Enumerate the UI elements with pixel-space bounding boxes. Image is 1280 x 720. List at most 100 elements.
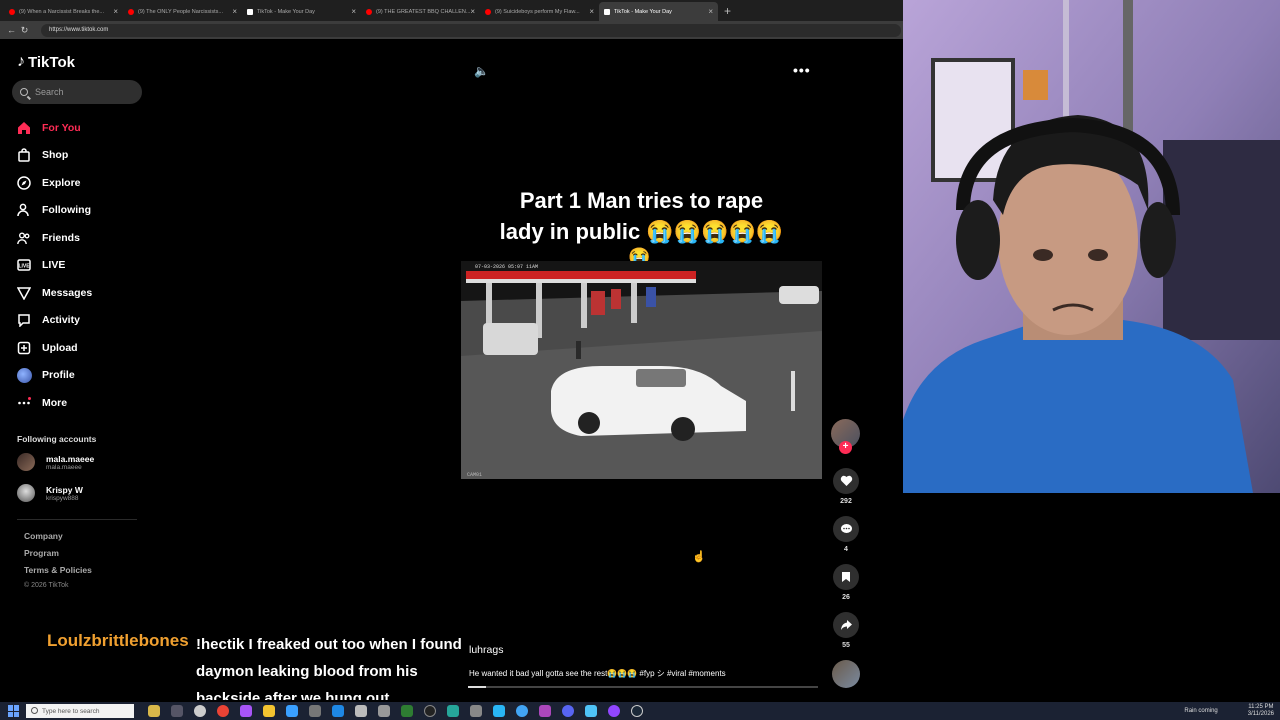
hand-cursor-icon: ☝	[692, 551, 706, 563]
clock[interactable]: 11:25 PM 3/11/2026	[1248, 704, 1274, 718]
share-button[interactable]: 55	[831, 612, 861, 649]
browser-tab[interactable]: TikTok - Make Your Day ×	[242, 2, 361, 21]
sidebar-item-messages[interactable]: Messages	[16, 279, 92, 307]
taskbar-app-icon[interactable]	[584, 705, 597, 717]
like-button[interactable]: 292	[831, 468, 861, 505]
browser-tab[interactable]: (9) THE GREATEST BBQ CHALLEN... ×	[361, 2, 480, 21]
youtube-icon	[9, 8, 15, 15]
taskbar-app-icon[interactable]	[354, 705, 367, 717]
system-tray: Rain coming 11:25 PM 3/11/2026	[1184, 702, 1274, 720]
action-rail: + 292 4 26 55	[831, 419, 861, 688]
tiktok-note-icon: ♪	[17, 53, 25, 70]
close-icon[interactable]: ×	[232, 7, 237, 16]
taskbar-app-icon[interactable]	[492, 705, 505, 717]
volume-icon[interactable]: 🔈	[474, 64, 489, 78]
browser-tab[interactable]: (9) The ONLY People Narcissists... ×	[123, 2, 242, 21]
search-input[interactable]: Search	[12, 80, 142, 104]
chat-username: Loulzbrittlebones	[47, 631, 189, 650]
file-explorer-icon[interactable]	[262, 705, 275, 717]
taskbar-app-icon[interactable]	[147, 705, 160, 717]
messages-icon	[16, 285, 32, 301]
taskbar-app-icon[interactable]	[515, 705, 528, 717]
terms-link[interactable]: Terms & Policies	[24, 565, 92, 582]
url-field[interactable]: https://www.tiktok.com	[41, 23, 901, 37]
comment-button[interactable]: 4	[831, 516, 861, 553]
close-icon[interactable]: ×	[708, 7, 713, 16]
taskbar-app-icon[interactable]	[469, 705, 482, 717]
windows-taskbar: Type here to search Rain coming 11:25 PM…	[0, 702, 1280, 720]
sidebar-item-live[interactable]: LIVE LIVE	[16, 252, 92, 280]
taskbar-app-icon[interactable]	[423, 705, 436, 717]
save-count: 26	[842, 594, 850, 601]
sidebar-item-explore[interactable]: Explore	[16, 169, 92, 197]
taskbar-app-icon[interactable]	[377, 705, 390, 717]
close-icon[interactable]: ×	[351, 7, 356, 16]
sidebar-item-for-you[interactable]: For You	[16, 114, 92, 142]
browser-tab-active[interactable]: TikTok - Make Your Day ×	[599, 2, 718, 21]
cctv-label: CAM01	[467, 472, 483, 478]
taskbar-app-icon[interactable]	[538, 705, 551, 717]
close-icon[interactable]: ×	[113, 7, 118, 16]
browser-tab[interactable]: (9) When a Narcissist Breaks the... ×	[4, 2, 123, 21]
sidebar-item-profile[interactable]: Profile	[16, 362, 92, 390]
comment-icon	[833, 516, 859, 542]
user-follow-icon	[16, 202, 32, 218]
creator-avatar[interactable]: +	[831, 419, 860, 454]
upload-icon	[16, 340, 32, 356]
company-link[interactable]: Company	[24, 531, 92, 548]
taskbar-app-icon[interactable]	[331, 705, 344, 717]
taskbar-app-icon[interactable]	[400, 705, 413, 717]
close-icon[interactable]: ×	[470, 7, 475, 16]
discord-icon[interactable]	[561, 705, 574, 717]
taskbar-app-icon[interactable]	[607, 705, 620, 717]
live-icon: LIVE	[16, 257, 32, 273]
tiktok-icon	[247, 8, 253, 15]
youtube-icon	[366, 8, 372, 15]
following-account[interactable]: Krispy W krispyw888	[17, 484, 83, 502]
taskbar-app-icon[interactable]	[308, 705, 321, 717]
windows-start-icon[interactable]	[8, 705, 20, 717]
tiktok-logo[interactable]: ♪ TikTok	[17, 53, 75, 71]
taskbar-app-icon[interactable]	[193, 705, 206, 717]
sidebar-item-friends[interactable]: Friends	[16, 224, 92, 252]
taskbar-app-icon[interactable]	[285, 705, 298, 717]
video-caption-overlay: Part 1 Man tries to rape lady in public …	[499, 188, 784, 267]
share-count: 55	[842, 642, 850, 649]
task-view-icon[interactable]	[170, 705, 183, 717]
divider	[17, 519, 137, 520]
following-account[interactable]: mala.maeee mala.maeee	[17, 453, 94, 471]
sidebar-item-more[interactable]: More	[16, 389, 92, 417]
home-icon	[16, 120, 32, 136]
post-description: He wanted it bad yall gotta see the rest…	[469, 669, 726, 678]
sound-avatar[interactable]	[832, 660, 860, 688]
taskbar-app-icon[interactable]	[446, 705, 459, 717]
like-count: 292	[840, 498, 852, 505]
sidebar-item-shop[interactable]: Shop	[16, 142, 92, 170]
activity-icon	[16, 312, 32, 328]
steam-icon[interactable]	[630, 705, 643, 717]
browser-tab[interactable]: (9) Suicideboys perform My Flaw... ×	[480, 2, 599, 21]
weather-widget[interactable]: Rain coming	[1184, 708, 1217, 714]
taskbar-app-icon[interactable]	[239, 705, 252, 717]
sidebar-item-following[interactable]: Following	[16, 197, 92, 225]
sidebar-item-activity[interactable]: Activity	[16, 307, 92, 335]
video-progress-bar[interactable]	[468, 686, 818, 688]
program-link[interactable]: Program	[24, 548, 92, 565]
friends-icon	[16, 230, 32, 246]
video-player[interactable]: 07-03-2026 05:07 11AM CAM01	[461, 261, 822, 479]
reload-icon[interactable]: ↻	[18, 25, 31, 36]
heart-icon	[833, 468, 859, 494]
save-button[interactable]: 26	[831, 564, 861, 601]
footer-links: Company Program Terms & Policies © 2026 …	[24, 531, 92, 599]
following-accounts-title: Following accounts	[17, 434, 97, 444]
new-tab-button[interactable]: +	[724, 2, 731, 21]
chrome-icon[interactable]	[216, 705, 229, 717]
follow-plus-icon[interactable]: +	[839, 441, 852, 454]
profile-avatar	[16, 367, 32, 383]
sidebar-item-upload[interactable]: Upload	[16, 334, 92, 362]
close-icon[interactable]: ×	[589, 7, 594, 16]
taskbar-search-input[interactable]: Type here to search	[26, 704, 134, 718]
back-icon[interactable]: ←	[5, 25, 18, 35]
copyright: © 2026 TikTok	[24, 582, 69, 589]
more-options-icon[interactable]: •••	[793, 62, 811, 78]
